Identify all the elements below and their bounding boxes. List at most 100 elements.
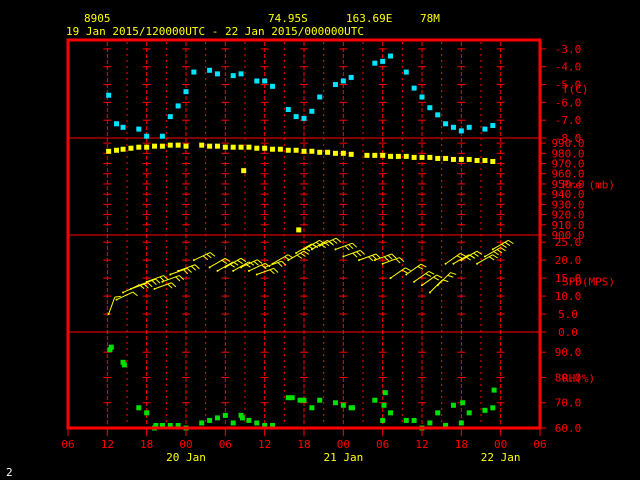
pressure-point (340, 150, 346, 156)
relative-humidity-point (230, 420, 236, 426)
x-tick-label: 18 (455, 438, 468, 451)
y-tick-label: 25.0 (555, 236, 582, 249)
pressure-point (419, 154, 425, 160)
y-tick-label: 70.0 (555, 397, 582, 410)
temperature-point (270, 83, 276, 89)
relative-humidity-point (381, 402, 387, 408)
temperature-point (230, 73, 236, 79)
pressure-point (230, 144, 236, 150)
pressure-point (159, 143, 165, 149)
pressure-point (128, 145, 134, 151)
relative-humidity-point (490, 405, 496, 411)
y-tick-label: 90.0 (555, 346, 582, 359)
pressure-point (120, 146, 126, 152)
pressure-point (490, 158, 496, 164)
relative-humidity-point (491, 387, 497, 393)
temperature-point (340, 78, 346, 84)
temperature-point (136, 126, 142, 132)
temperature-point (293, 114, 299, 120)
pressure-point (246, 144, 252, 150)
relative-humidity-point (144, 410, 150, 416)
pressure-point (482, 157, 488, 163)
pressure-point (380, 152, 386, 158)
relative-humidity-point (108, 344, 114, 350)
x-tick-label: 12 (415, 438, 428, 451)
pressure-point (301, 148, 307, 154)
pressure-point (411, 154, 417, 160)
day-label: 22 Jan (481, 451, 521, 464)
temperature-point (419, 94, 425, 100)
temperature-point (159, 133, 165, 139)
relative-humidity-point (309, 405, 315, 411)
relative-humidity-point (435, 410, 441, 416)
pressure-point (270, 146, 276, 152)
temperature-point (388, 53, 394, 59)
relative-humidity-point (403, 417, 409, 423)
relative-humidity-point (427, 420, 433, 426)
pressure-point (388, 153, 394, 159)
day-label: 21 Jan (323, 451, 363, 464)
pressure-point (458, 156, 464, 162)
pressure-point (427, 154, 433, 160)
page-number: 2 (6, 466, 13, 479)
x-tick-label: 00 (494, 438, 507, 451)
temperature-point (114, 121, 120, 127)
relative-humidity-point (289, 395, 295, 401)
temperature-point (458, 128, 464, 134)
relative-humidity-point (388, 410, 394, 416)
relative-humidity-point (301, 397, 307, 403)
y-tick-label: 20.0 (555, 254, 582, 267)
temperature-point (443, 121, 449, 127)
wind-speed-label: SPD(MPS) (562, 276, 615, 289)
x-tick-label: 18 (140, 438, 153, 451)
pressure-point (241, 168, 247, 174)
y-tick-label: -3.0 (555, 43, 582, 56)
temperature-point (207, 67, 213, 73)
pressure-point (175, 142, 181, 148)
station-lat: 74.95S (268, 12, 308, 25)
relative-humidity-point (207, 417, 213, 423)
relative-humidity-point (136, 405, 142, 411)
relative-humidity-point (372, 397, 378, 403)
temperature-point (175, 103, 181, 109)
temperature-point (285, 106, 291, 112)
temperature-point (427, 105, 433, 111)
day-label: 20 Jan (166, 451, 206, 464)
y-tick-label: 10.0 (555, 290, 582, 303)
temperature-point (254, 78, 260, 84)
x-tick-label: 06 (376, 438, 389, 451)
pressure-point (296, 227, 302, 233)
relative-humidity-point (382, 390, 388, 396)
y-tick-label: 0.0 (558, 326, 578, 339)
pressure-point (167, 142, 173, 148)
x-tick-label: 12 (101, 438, 114, 451)
relative-humidity-point (254, 420, 260, 426)
temperature-point (490, 123, 496, 129)
temperature-point (317, 94, 323, 100)
x-tick-label: 00 (337, 438, 350, 451)
relative-humidity-point (246, 417, 252, 423)
pressure-point (183, 143, 189, 149)
pressure-point (262, 145, 268, 151)
temperature-point (332, 82, 338, 88)
y-tick-label: 990.0 (551, 137, 584, 150)
relative-humidity-point (222, 412, 228, 418)
pressure-point (106, 148, 112, 154)
pressure-point (152, 143, 158, 149)
x-tick-label: 06 (533, 438, 546, 451)
pressure-point (450, 156, 456, 162)
x-tick-label: 00 (179, 438, 192, 451)
time-range: 19 Jan 2015/120000UTC - 22 Jan 2015/0000… (66, 25, 364, 38)
temperature-point (167, 114, 173, 120)
temperature-point (120, 124, 126, 130)
pressure-point (114, 147, 120, 153)
pressure-label: Pre (mb) (562, 179, 615, 192)
temperature-point (403, 69, 409, 75)
temperature-point (372, 60, 378, 66)
pressure-point (136, 144, 142, 150)
y-tick-label: -7.0 (555, 114, 582, 127)
pressure-point (325, 149, 331, 155)
pressure-point (222, 144, 228, 150)
meteogram: 8905 74.95S 163.69E 78M 19 Jan 2015/1200… (0, 0, 640, 480)
pressure-point (348, 151, 354, 157)
